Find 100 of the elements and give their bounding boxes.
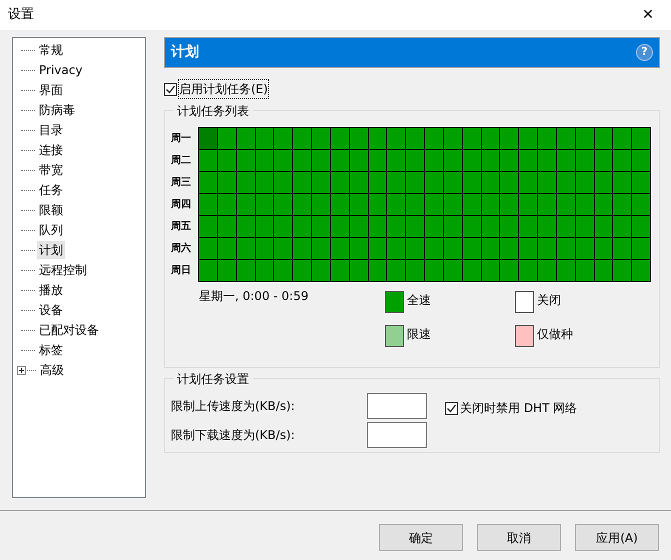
schedule-cell[interactable] <box>425 150 443 171</box>
schedule-cell[interactable] <box>613 216 632 237</box>
schedule-cell[interactable] <box>406 216 424 237</box>
schedule-cell[interactable] <box>293 150 311 171</box>
schedule-cell[interactable] <box>293 260 311 281</box>
schedule-cell[interactable] <box>444 238 462 259</box>
schedule-cell[interactable] <box>387 260 406 281</box>
schedule-cell[interactable] <box>538 238 556 259</box>
schedule-cell[interactable] <box>613 172 632 193</box>
schedule-cell[interactable] <box>293 172 311 193</box>
schedule-cell[interactable] <box>368 216 386 237</box>
schedule-cell[interactable] <box>350 194 368 215</box>
schedule-cell[interactable] <box>462 216 480 237</box>
checkbox[interactable] <box>445 402 458 414</box>
schedule-cell[interactable] <box>293 194 311 215</box>
sidebar-item[interactable]: 常规 <box>37 41 65 59</box>
schedule-cell[interactable] <box>556 260 575 281</box>
schedule-cell[interactable] <box>613 150 632 171</box>
schedule-cell[interactable] <box>462 150 480 171</box>
schedule-cell[interactable] <box>236 194 254 215</box>
schedule-cell[interactable] <box>632 238 650 259</box>
schedule-cell[interactable] <box>293 128 311 149</box>
sidebar-item[interactable]: 任务 <box>37 181 65 199</box>
schedule-cell[interactable] <box>538 194 556 215</box>
schedule-cell[interactable] <box>218 238 236 259</box>
schedule-cell[interactable] <box>444 128 462 149</box>
schedule-cell[interactable] <box>594 172 612 193</box>
schedule-cell[interactable] <box>556 216 575 237</box>
schedule-cell[interactable] <box>576 238 594 259</box>
schedule-cell[interactable] <box>256 172 274 193</box>
schedule-cell[interactable] <box>500 260 518 281</box>
schedule-cell[interactable] <box>406 260 424 281</box>
schedule-cell[interactable] <box>613 194 632 215</box>
schedule-cell[interactable] <box>594 128 612 149</box>
schedule-cell[interactable] <box>500 216 518 237</box>
schedule-cell[interactable] <box>462 238 480 259</box>
schedule-cell[interactable] <box>330 128 349 149</box>
sidebar-item[interactable]: 标签 <box>37 341 65 359</box>
sidebar-item[interactable]: 带宽 <box>37 161 65 179</box>
schedule-cell[interactable] <box>556 172 575 193</box>
schedule-cell[interactable] <box>444 260 462 281</box>
sidebar-item[interactable]: 防病毒 <box>37 101 77 119</box>
schedule-cell[interactable] <box>556 128 575 149</box>
schedule-cell[interactable] <box>482 128 500 149</box>
schedule-cell[interactable] <box>312 260 330 281</box>
schedule-cell[interactable] <box>312 150 330 171</box>
sidebar-item[interactable]: 限额 <box>37 201 65 219</box>
sidebar-item[interactable]: Privacy <box>37 61 84 79</box>
schedule-cell[interactable] <box>519 194 537 215</box>
schedule-cell[interactable] <box>482 216 500 237</box>
schedule-cell[interactable] <box>350 216 368 237</box>
schedule-cell[interactable] <box>632 260 650 281</box>
schedule-cell[interactable] <box>312 216 330 237</box>
schedule-cell[interactable] <box>406 150 424 171</box>
schedule-cell[interactable] <box>312 238 330 259</box>
schedule-cell[interactable] <box>368 128 386 149</box>
schedule-cell[interactable] <box>274 238 292 259</box>
schedule-cell[interactable] <box>387 194 406 215</box>
schedule-cell[interactable] <box>350 172 368 193</box>
schedule-cell[interactable] <box>538 216 556 237</box>
schedule-cell[interactable] <box>482 260 500 281</box>
schedule-cell[interactable] <box>462 128 480 149</box>
close-button[interactable]: ✕ <box>625 0 671 30</box>
schedule-cell[interactable] <box>387 172 406 193</box>
schedule-cell[interactable] <box>218 150 236 171</box>
schedule-cell[interactable] <box>387 128 406 149</box>
schedule-cell[interactable] <box>425 128 443 149</box>
schedule-cell[interactable] <box>576 150 594 171</box>
schedule-cell[interactable] <box>538 172 556 193</box>
schedule-cell[interactable] <box>538 260 556 281</box>
schedule-cell[interactable] <box>256 194 274 215</box>
schedule-cell[interactable] <box>576 194 594 215</box>
schedule-cell[interactable] <box>632 172 650 193</box>
schedule-cell[interactable] <box>519 150 537 171</box>
schedule-cell[interactable] <box>556 150 575 171</box>
schedule-cell[interactable] <box>330 172 349 193</box>
schedule-cell[interactable] <box>576 216 594 237</box>
schedule-cell[interactable] <box>256 238 274 259</box>
sidebar-item[interactable]: 连接 <box>37 141 65 159</box>
sidebar-item[interactable]: 界面 <box>37 81 65 99</box>
schedule-cell[interactable] <box>256 260 274 281</box>
schedule-cell[interactable] <box>425 172 443 193</box>
schedule-cell[interactable] <box>330 260 349 281</box>
sidebar-item[interactable]: 队列 <box>37 221 65 239</box>
schedule-cell[interactable] <box>199 150 217 171</box>
schedule-cell[interactable] <box>444 216 462 237</box>
expand-toggle[interactable] <box>17 366 26 374</box>
schedule-cell[interactable] <box>500 172 518 193</box>
schedule-cell[interactable] <box>482 172 500 193</box>
schedule-cell[interactable] <box>632 128 650 149</box>
schedule-cell[interactable] <box>256 216 274 237</box>
schedule-cell[interactable] <box>199 194 217 215</box>
schedule-cell[interactable] <box>330 216 349 237</box>
schedule-cell[interactable] <box>274 128 292 149</box>
schedule-cell[interactable] <box>218 216 236 237</box>
schedule-cell[interactable] <box>199 238 217 259</box>
schedule-cell[interactable] <box>368 238 386 259</box>
schedule-cell[interactable] <box>462 172 480 193</box>
dialog-button[interactable]: 确定 <box>379 524 463 551</box>
schedule-cell[interactable] <box>387 150 406 171</box>
